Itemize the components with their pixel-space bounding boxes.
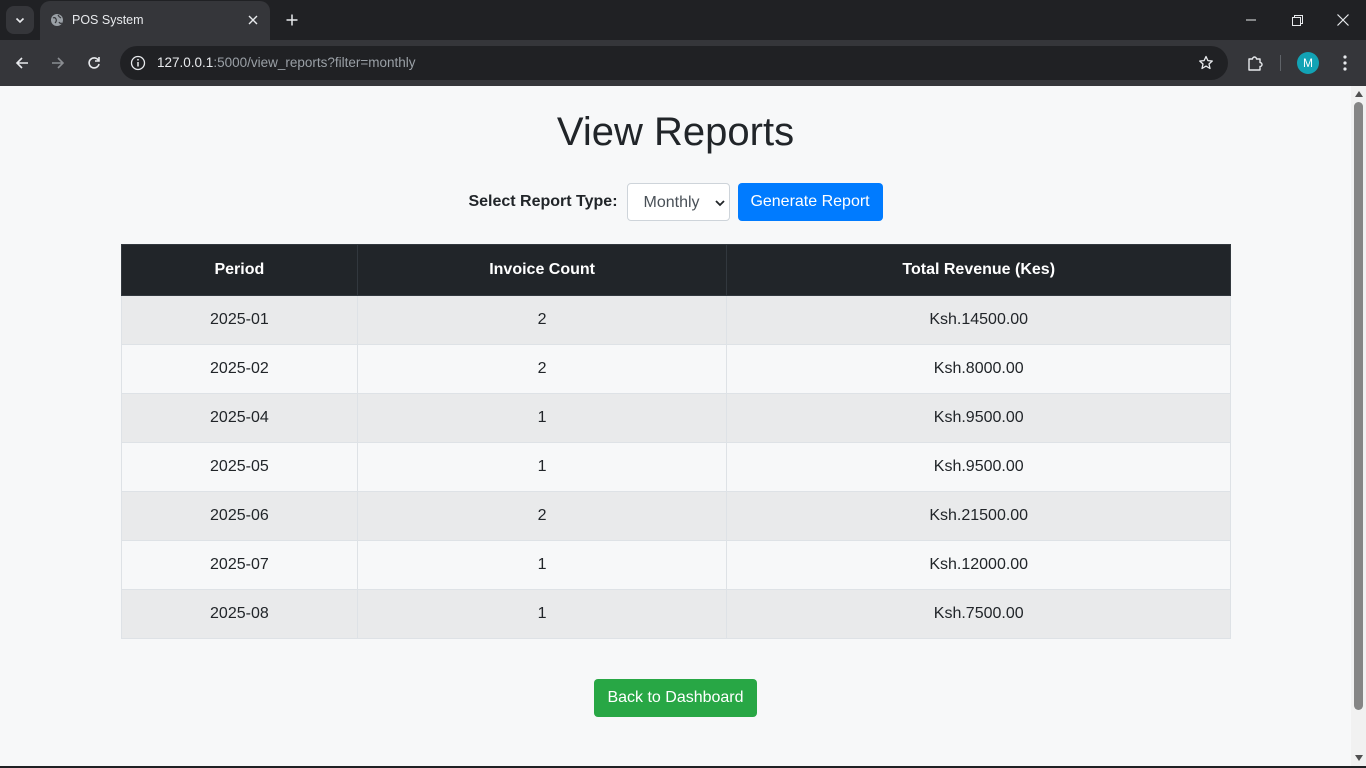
info-icon	[130, 55, 146, 71]
tab-close-button[interactable]	[244, 11, 262, 29]
browser-tab-active[interactable]: POS System	[40, 1, 270, 40]
minimize-button[interactable]	[1228, 0, 1274, 40]
total-revenue-cell: Ksh.12000.00	[726, 540, 1231, 590]
scroll-down-button[interactable]	[1351, 752, 1366, 764]
url-host: 127.0.0.1	[157, 55, 214, 70]
report-type-select[interactable]: Monthly	[626, 183, 730, 221]
generate-report-button[interactable]: Generate Report	[737, 183, 883, 221]
page-title: View Reports	[556, 110, 795, 154]
kebab-menu-icon	[1343, 55, 1347, 71]
report-table: Period Invoice Count Total Revenue (Kes)…	[121, 244, 1231, 639]
period-cell: 2025-08	[121, 589, 358, 639]
period-cell: 2025-06	[121, 491, 358, 541]
restore-button[interactable]	[1274, 0, 1320, 40]
scroll-up-button[interactable]	[1351, 88, 1366, 100]
globe-icon	[51, 14, 63, 26]
page-scrollbar[interactable]	[1351, 86, 1366, 766]
total-revenue-cell: Ksh.9500.00	[726, 393, 1231, 443]
triangle-down-icon	[1354, 755, 1363, 761]
total-revenue-cell: Ksh.7500.00	[726, 589, 1231, 639]
back-nav-button[interactable]	[8, 49, 36, 77]
period-cell: 2025-02	[121, 344, 358, 394]
invoice-count-cell: 1	[356, 393, 728, 443]
column-header-invoice-count: Invoice Count	[356, 244, 728, 296]
total-revenue-cell: Ksh.21500.00	[726, 491, 1231, 541]
invoice-count-cell: 1	[356, 589, 728, 639]
table-row: 2025-07 1 Ksh.12000.00	[121, 540, 1231, 590]
triangle-up-icon	[1354, 91, 1363, 97]
address-bar[interactable]: 127.0.0.1:5000/view_reports?filter=month…	[120, 46, 1228, 80]
close-icon	[248, 15, 258, 25]
url-text: 127.0.0.1:5000/view_reports?filter=month…	[157, 55, 416, 70]
toolbar-divider	[1280, 55, 1281, 71]
url-path: :5000/view_reports?filter=monthly	[213, 55, 416, 70]
invoice-count-cell: 2	[356, 295, 728, 345]
forward-nav-button[interactable]	[44, 49, 72, 77]
scrollbar-thumb[interactable]	[1354, 102, 1363, 710]
chevron-down-icon	[15, 17, 25, 24]
chevron-down-icon	[714, 200, 725, 207]
puzzle-icon	[1248, 56, 1263, 71]
table-row: 2025-04 1 Ksh.9500.00	[121, 393, 1231, 443]
arrow-right-icon	[52, 57, 65, 69]
table-row: 2025-06 2 Ksh.21500.00	[121, 491, 1231, 541]
reload-button[interactable]	[80, 49, 108, 77]
new-tab-button[interactable]	[280, 8, 304, 32]
plus-icon	[286, 14, 298, 26]
extensions-button[interactable]	[1243, 51, 1267, 75]
report-filter-form: Select Report Type: Monthly Generate Rep…	[0, 183, 1351, 221]
close-icon	[1337, 14, 1349, 26]
tab-search-button[interactable]	[6, 6, 34, 34]
invoice-count-cell: 1	[356, 540, 728, 590]
star-icon	[1199, 55, 1213, 70]
invoice-count-cell: 2	[356, 491, 728, 541]
minimize-icon	[1246, 19, 1256, 21]
browser-menu-button[interactable]	[1333, 51, 1357, 75]
restore-icon	[1291, 14, 1303, 26]
tab-title: POS System	[72, 13, 144, 27]
invoice-count-cell: 1	[356, 442, 728, 492]
total-revenue-cell: Ksh.8000.00	[726, 344, 1231, 394]
table-row: 2025-08 1 Ksh.7500.00	[121, 589, 1231, 639]
close-window-button[interactable]	[1320, 0, 1366, 40]
total-revenue-cell: Ksh.14500.00	[726, 295, 1231, 345]
column-header-period: Period	[121, 244, 358, 296]
reload-icon	[88, 57, 100, 69]
period-cell: 2025-05	[121, 442, 358, 492]
browser-toolbar: 127.0.0.1:5000/view_reports?filter=month…	[0, 40, 1366, 86]
table-row: 2025-02 2 Ksh.8000.00	[121, 344, 1231, 394]
back-to-dashboard-button[interactable]: Back to Dashboard	[594, 679, 757, 717]
report-type-selected-value: Monthly	[643, 194, 700, 211]
invoice-count-cell: 2	[356, 344, 728, 394]
period-cell: 2025-07	[121, 540, 358, 590]
total-revenue-cell: Ksh.9500.00	[726, 442, 1231, 492]
page-viewport: View Reports Select Report Type: Monthly…	[0, 86, 1351, 766]
period-cell: 2025-04	[121, 393, 358, 443]
browser-tabstrip: POS System	[0, 0, 1366, 40]
period-cell: 2025-01	[121, 295, 358, 345]
table-row: 2025-01 2 Ksh.14500.00	[121, 295, 1231, 345]
table-row: 2025-05 1 Ksh.9500.00	[121, 442, 1231, 492]
table-header-row: Period Invoice Count Total Revenue (Kes)	[121, 244, 1231, 296]
column-header-total-revenue: Total Revenue (Kes)	[726, 244, 1231, 296]
bookmark-button[interactable]	[1196, 53, 1216, 73]
report-type-label: Select Report Type:	[468, 193, 618, 210]
arrow-left-icon	[15, 57, 28, 69]
profile-avatar[interactable]: M	[1297, 52, 1319, 74]
site-info-button[interactable]	[128, 53, 148, 73]
